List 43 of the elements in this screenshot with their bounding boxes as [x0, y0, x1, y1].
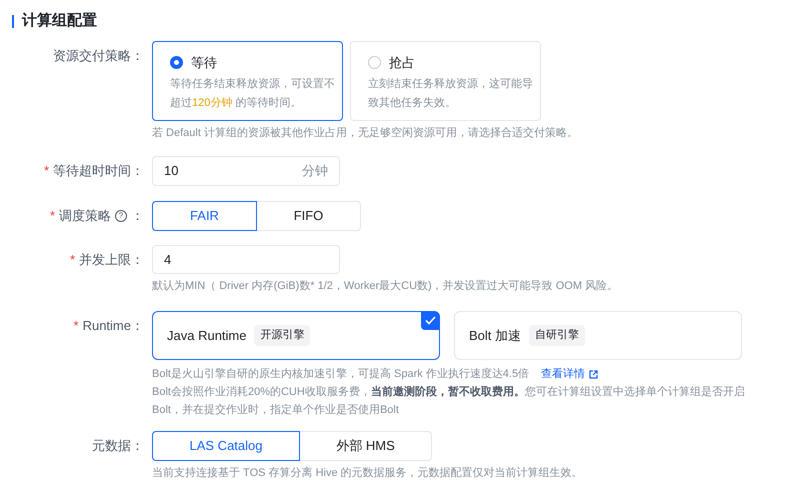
- engine-tag: 开源引擎: [254, 325, 310, 346]
- check-icon: [421, 311, 440, 330]
- required-asterisk: *: [74, 317, 79, 336]
- strategy-card[interactable]: 等待 等待任务结束释放资源，可设置不超过120分钟 的等待时间。: [152, 41, 343, 121]
- label-colon: ：: [131, 207, 144, 226]
- required-asterisk: *: [50, 207, 55, 226]
- segment-option[interactable]: FIFO: [256, 201, 361, 231]
- required-asterisk: *: [44, 162, 49, 180]
- radio-button[interactable]: [170, 56, 183, 70]
- details-link[interactable]: 查看详情: [541, 366, 598, 382]
- field-label: Runtime：: [82, 317, 144, 336]
- field-label: 调度策略: [59, 207, 111, 226]
- timeout-input[interactable]: 10 分钟: [152, 156, 340, 186]
- field-label: 并发上限：: [79, 251, 144, 270]
- runtime-card[interactable]: Java Runtime 开源引擎: [152, 311, 440, 360]
- section-title: 计算组配置: [22, 10, 97, 31]
- field-label: 元数据：: [92, 436, 144, 455]
- required-asterisk: *: [70, 251, 75, 270]
- runtime-card[interactable]: Bolt 加速 自研引擎: [454, 311, 742, 360]
- input-value: 10: [164, 162, 180, 180]
- section-accent-bar: [12, 14, 14, 28]
- hint-text: Bolt是火山引擎自研的原生内核加速引擎，可提高 Spark 作业执行速度达4.5倍: [152, 366, 530, 382]
- card-title: Java Runtime: [167, 326, 246, 345]
- hint-text: 若 Default 计算组的资源被其他作业占用，无足够空闲资源可用，请选择合适交付策略。: [152, 126, 578, 141]
- segment-option[interactable]: 外部 HMS: [299, 430, 432, 460]
- segment-option[interactable]: LAS Catalog: [152, 430, 300, 460]
- hint-text: 默认为MIN（ Driver 内存(GiB)数* 1/2，Worker最大CU数)，并发设置过大可能导致 OOM 风险。: [152, 278, 618, 294]
- card-description: 立刻结束任务释放资源，这可能导致其他任务失效。: [368, 76, 533, 110]
- card-title: 抢占: [389, 54, 415, 72]
- card-description: 等待任务结束释放资源，可设置不超过120分钟 的等待时间。: [170, 76, 335, 110]
- segment-option[interactable]: FAIR: [152, 201, 257, 231]
- card-title: Bolt 加速: [469, 326, 522, 345]
- field-label: 资源交付策略：: [53, 47, 144, 66]
- engine-tag: 自研引擎: [529, 325, 586, 346]
- field-label: 等待超时时间：: [53, 162, 144, 180]
- hint-text: 当前支持连接基于 TOS 存算分离 Hive 的元数据服务，元数据配置仅对当前计算组生效。: [152, 466, 583, 480]
- help-icon[interactable]: ?: [115, 210, 127, 222]
- strategy-card[interactable]: 抢占 立刻结束任务释放资源，这可能导致其他任务失效。: [350, 41, 541, 121]
- external-link-icon: [589, 370, 598, 379]
- unit-suffix: 分钟: [302, 162, 328, 180]
- card-title: 等待: [191, 54, 217, 72]
- billing-note: Bolt会按照作业消耗20%的CUH收取服务费，当前邀测阶段，暂不收取费用。您可在计算组设置中选择单个计算组是否开启Bolt，并在提交作业时，指定单个作业是否使用Bolt: [152, 384, 746, 418]
- concurrency-input[interactable]: 4: [152, 245, 340, 274]
